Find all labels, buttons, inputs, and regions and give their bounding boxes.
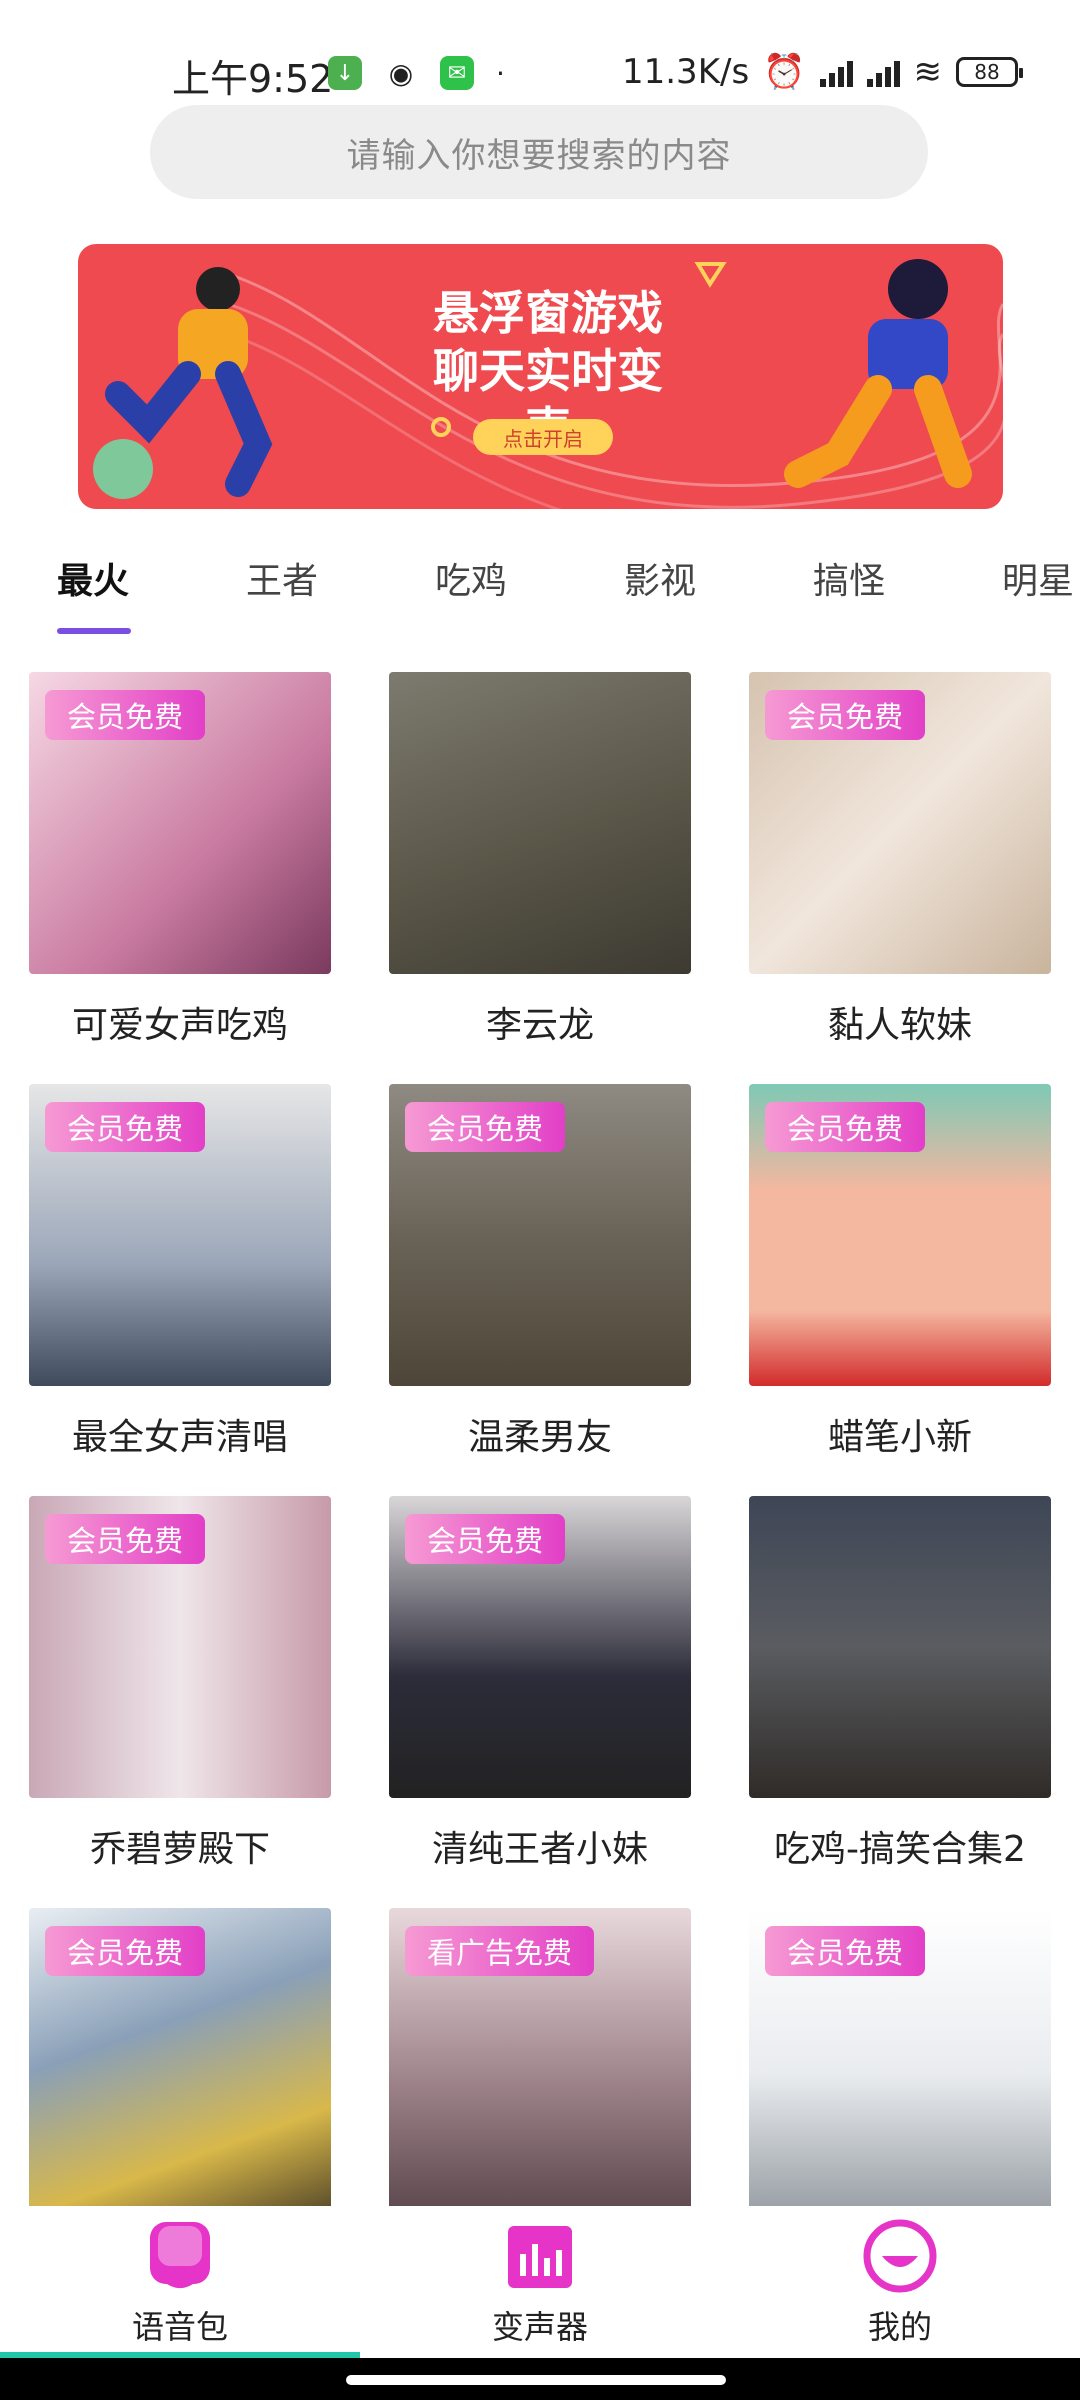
voice-card[interactable]: 会员免费 温柔男友: [389, 1084, 691, 1460]
voice-card[interactable]: 会员免费: [29, 1908, 331, 2232]
voice-card[interactable]: 看广告免费: [389, 1908, 691, 2232]
member-free-badge: 会员免费: [45, 690, 206, 740]
card-thumbnail: 会员免费: [29, 1084, 331, 1386]
member-free-badge: 会员免费: [45, 1514, 206, 1564]
promo-banner[interactable]: 悬浮窗游戏 聊天实时变声 点击开启: [78, 244, 1003, 509]
card-title: 李云龙: [485, 1005, 594, 1046]
voice-card[interactable]: 会员免费 可爱女声吃鸡: [29, 672, 331, 1048]
tab-hot[interactable]: 最火: [57, 552, 129, 604]
card-title: 黏人软妹: [827, 1005, 972, 1046]
voice-card[interactable]: 李云龙: [389, 672, 691, 1048]
tab-pubg[interactable]: 吃鸡: [435, 552, 507, 604]
card-title: 蜡笔小新: [827, 1417, 972, 1458]
card-thumbnail: [749, 1496, 1051, 1798]
download-icon: ↓: [328, 56, 362, 90]
member-free-badge: 会员免费: [405, 1514, 566, 1564]
battery-level: 88: [974, 60, 1000, 84]
home-gesture-handle[interactable]: [346, 2375, 726, 2385]
card-title: 最全女声清唱: [71, 1417, 288, 1458]
active-tab-indicator: [57, 628, 131, 634]
nav-voice-pack-label: 语音包: [131, 2308, 228, 2346]
signal-2-icon: [866, 57, 900, 87]
card-thumbnail: 会员免费: [389, 1496, 691, 1798]
bottom-navigation: 语音包 变声器 我的: [0, 2206, 1080, 2356]
banner-title-line1: 悬浮窗游戏: [433, 286, 663, 340]
notification-icons: ↓ ◉ ✉ ·: [328, 56, 505, 90]
card-title: 温柔男友: [467, 1417, 612, 1458]
wechat-icon: ✉: [440, 56, 474, 90]
voice-changer-icon: [508, 2226, 572, 2288]
card-thumbnail: 会员免费: [29, 1908, 331, 2210]
member-free-badge: 会员免费: [45, 1102, 206, 1152]
profile-icon: [863, 2219, 937, 2293]
card-thumbnail: 会员免费: [749, 1084, 1051, 1386]
card-title: 吃鸡-搞笑合集2: [774, 1829, 1026, 1870]
card-title: 可爱女声吃鸡: [71, 1005, 288, 1046]
member-free-badge: 会员免费: [765, 1926, 926, 1976]
voice-card[interactable]: 会员免费 蜡笔小新: [749, 1084, 1051, 1460]
status-right: 11.3K/s ⏰ ≋ 88: [621, 52, 1023, 92]
card-thumbnail: 会员免费: [29, 1496, 331, 1798]
banner-open-button[interactable]: 点击开启: [473, 419, 613, 455]
member-free-badge: 会员免费: [45, 1926, 206, 1976]
member-free-badge: 会员免费: [765, 1102, 926, 1152]
voice-card[interactable]: 会员免费 最全女声清唱: [29, 1084, 331, 1460]
tab-film[interactable]: 影视: [624, 552, 696, 604]
tab-funny[interactable]: 搞怪: [813, 552, 885, 604]
card-thumbnail: [389, 672, 691, 974]
alarm-icon: ⏰: [763, 52, 806, 92]
voice-card[interactable]: 会员免费 黏人软妹: [749, 672, 1051, 1048]
nav-voice-pack[interactable]: 语音包: [90, 2216, 270, 2348]
card-thumbnail: 会员免费: [749, 1908, 1051, 2210]
voice-card[interactable]: 吃鸡-搞笑合集2: [749, 1496, 1051, 1872]
wifi-icon: ≋: [913, 52, 943, 92]
voice-card[interactable]: 会员免费 清纯王者小妹: [389, 1496, 691, 1872]
voice-card[interactable]: 会员免费 乔碧萝殿下: [29, 1496, 331, 1872]
signal-1-icon: [819, 57, 853, 87]
more-dot-icon: ·: [496, 56, 505, 90]
member-free-badge: 会员免费: [405, 1102, 566, 1152]
nav-voice-changer-label: 变声器: [491, 2308, 588, 2346]
search-placeholder: 请输入你想要搜索的内容: [346, 135, 732, 176]
battery-icon: 88: [956, 57, 1023, 87]
voice-pack-icon: [150, 2222, 210, 2288]
voice-card[interactable]: 会员免费: [749, 1908, 1051, 2232]
qq-icon: ◉: [388, 56, 414, 90]
nav-voice-changer[interactable]: 变声器: [450, 2216, 630, 2348]
card-title: 清纯王者小妹: [431, 1829, 648, 1870]
card-thumbnail: 会员免费: [749, 672, 1051, 974]
tab-celebrity[interactable]: 明星: [1002, 552, 1074, 604]
card-thumbnail: 看广告免费: [389, 1908, 691, 2210]
card-thumbnail: 会员免费: [29, 672, 331, 974]
member-free-badge: 会员免费: [765, 690, 926, 740]
status-time: 上午9:52: [172, 57, 334, 101]
nav-profile[interactable]: 我的: [810, 2216, 990, 2348]
ad-free-badge: 看广告免费: [405, 1926, 595, 1976]
net-speed: 11.3K/s: [621, 52, 750, 92]
category-tabs: 最火 王者 吃鸡 影视 搞怪 明星: [0, 540, 1080, 640]
nav-profile-label: 我的: [867, 2308, 932, 2346]
tab-honor-of-kings[interactable]: 王者: [246, 552, 318, 604]
search-input[interactable]: 请输入你想要搜索的内容: [150, 105, 928, 199]
card-title: 乔碧萝殿下: [89, 1829, 270, 1870]
card-thumbnail: 会员免费: [389, 1084, 691, 1386]
